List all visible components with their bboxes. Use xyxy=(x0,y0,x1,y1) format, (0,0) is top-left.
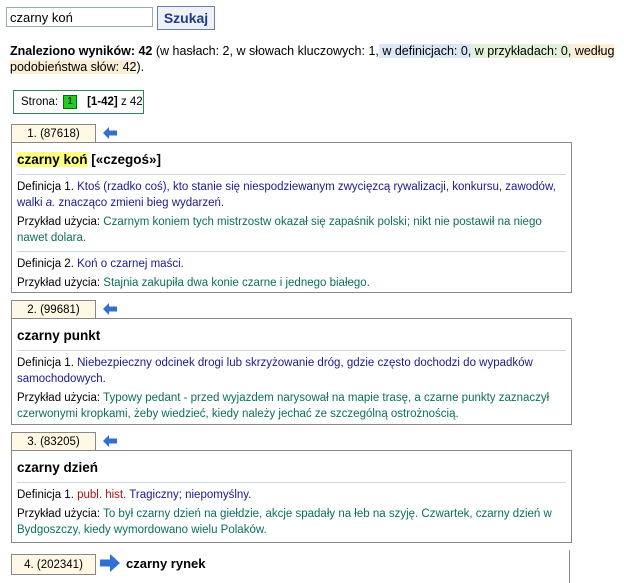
entry-card: czarny punkt Definicja 1. Niebezpieczny … xyxy=(11,318,572,425)
in-definitions-count: w definicjach: 0, xyxy=(378,44,472,58)
in-examples-count: w przykładach: 0, xyxy=(471,44,572,58)
search-input[interactable] xyxy=(6,7,153,27)
entry-card: czarny dzień Definicja 1. publ. hist. Tr… xyxy=(11,450,572,543)
entry-headword[interactable]: czarny dzień xyxy=(12,460,571,482)
arrow-left-icon[interactable] xyxy=(103,435,117,447)
definition: Definicja 1. Niebezpieczny odcinek drogi… xyxy=(17,357,533,385)
results-summary: Znaleziono wyników: 42 (w hasłach: 2, w … xyxy=(10,44,615,74)
results-count: Znaleziono wyników: 42 xyxy=(10,44,153,58)
qualifier: publ. hist. xyxy=(73,489,127,501)
entry-tab: 2. (99681) xyxy=(11,300,96,319)
entry-tab: 3. (83205) xyxy=(11,432,96,451)
entry-tab: 4. (202341) xyxy=(11,554,96,575)
entry-headword[interactable]: czarny koń xyxy=(17,152,88,167)
definition: Definicja 1. Ktoś (rzadko coś), kto stan… xyxy=(17,181,556,209)
search-button[interactable]: Szukaj xyxy=(157,6,215,30)
entry-card: czarny koń [«czegoś»] Definicja 1. Ktoś … xyxy=(11,142,572,293)
entry-headword[interactable]: czarny punkt xyxy=(12,328,571,350)
pager: Strona: 1 [1-42] z 42 xyxy=(13,90,144,114)
arrow-right-icon[interactable] xyxy=(100,554,120,572)
arrow-left-icon[interactable] xyxy=(103,127,117,139)
page-link-1[interactable]: 1 xyxy=(63,95,78,109)
usage-example: Przykład użycia: Typowy pedant - przed w… xyxy=(17,392,550,420)
divider xyxy=(569,550,570,583)
entry-tab: 1. (87618) xyxy=(11,124,96,143)
page-range: [1-42] xyxy=(87,96,118,108)
usage-example: Przykład użycia: Czarnym koniem tych mis… xyxy=(17,216,542,244)
arrow-left-icon[interactable] xyxy=(103,303,117,315)
definition: Definicja 1. publ. hist. Tragiczny; niep… xyxy=(17,489,252,501)
entry-title: czarny koń [«czegoś»] xyxy=(17,152,162,167)
usage-example: Przykład użycia: Stajnia zakupiła dwa ko… xyxy=(17,277,370,289)
definition: Definicja 2. Koń o czarnej maści. xyxy=(17,258,184,270)
usage-example: Przykład użycia: To był czarny dzień na … xyxy=(17,508,552,536)
entry-headword[interactable]: czarny rynek xyxy=(126,556,206,571)
